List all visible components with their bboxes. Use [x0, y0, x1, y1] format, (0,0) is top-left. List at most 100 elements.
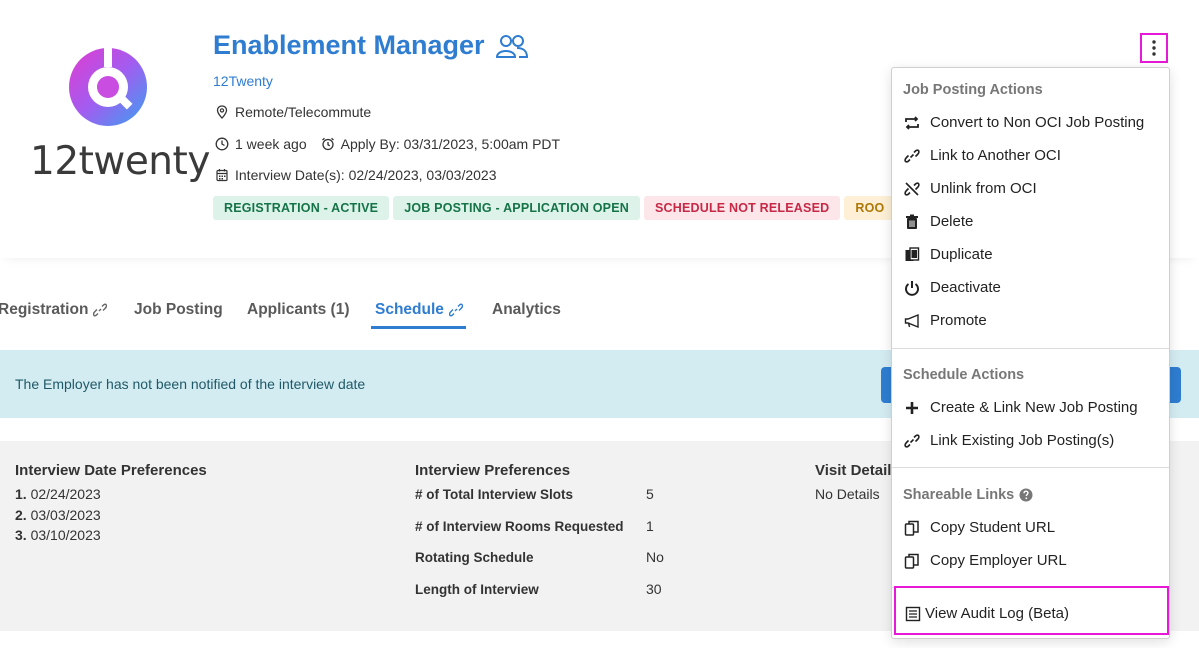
date-pref-item: 1. 02/24/2023 [15, 486, 101, 502]
delete-item[interactable]: Delete [903, 213, 973, 230]
duplicate-item[interactable]: Duplicate [903, 246, 993, 263]
logo-mark-icon [69, 48, 147, 126]
tab-analytics[interactable]: Analytics [492, 296, 561, 324]
page: 12twenty Enablement Manager 12Twenty Rem… [0, 0, 1199, 648]
pref-value: 30 [646, 581, 662, 597]
tab-label: Analytics [492, 301, 561, 318]
menu-divider [892, 467, 1169, 468]
menu-item-label: Promote [930, 312, 987, 329]
tab-label: Registration [0, 301, 89, 318]
pref-label: # of Total Interview Slots [415, 487, 574, 502]
alert-message: The Employer has not been notified of th… [15, 376, 366, 392]
actions-dropdown-menu: Job Posting Actions Convert to Non OCI J… [891, 67, 1170, 639]
menu-item-label: Delete [930, 213, 974, 230]
date-pref-value: 03/10/2023 [30, 527, 101, 543]
shareable-links-label: Shareable Links [903, 487, 1015, 503]
pref-label: # of Interview Rooms Requested [415, 519, 624, 534]
link-icon [93, 303, 108, 317]
menu-item-label: Create & Link New Job Posting [930, 399, 1138, 416]
calendar-icon [216, 169, 228, 182]
copy-icon [903, 519, 920, 536]
tab-label: Schedule [375, 301, 444, 318]
title-row: Enablement Manager [213, 30, 529, 61]
status-badge: ROO [844, 196, 896, 220]
status-badge: JOB POSTING - APPLICATION OPEN [393, 196, 640, 220]
tab-registration[interactable]: Registration [0, 296, 108, 324]
location-text: Remote/Telecommute [235, 104, 372, 120]
kebab-icon [1152, 40, 1156, 56]
copy-employer-url-item[interactable]: Copy Employer URL [903, 552, 1067, 569]
menu-item-label: Copy Student URL [930, 519, 1056, 536]
date-pref-value: 03/03/2023 [30, 507, 101, 523]
tab-label: Job Posting [134, 301, 223, 318]
alarm-icon [321, 137, 334, 151]
help-icon[interactable] [1019, 488, 1033, 502]
date-pref-number: 3. [15, 527, 27, 543]
visit-details-title: Visit Detail [815, 462, 892, 479]
posted-time: 1 week ago [235, 136, 307, 152]
link-icon [448, 303, 463, 317]
pref-value: 5 [646, 486, 654, 502]
pref-value: 1 [646, 518, 654, 534]
date-pref-number: 2. [15, 507, 27, 523]
plus-icon [903, 399, 920, 416]
menu-item-label: Link Existing Job Posting(s) [930, 432, 1115, 449]
menu-item-label: Convert to Non OCI Job Posting [930, 114, 1145, 131]
logo-wordmark: 12twenty [30, 139, 210, 184]
date-prefs-title: Interview Date Preferences [15, 462, 207, 479]
tab-schedule[interactable]: Schedule [375, 296, 463, 324]
job-posting-actions-header: Job Posting Actions [903, 82, 1043, 98]
date-pref-value: 02/24/2023 [30, 486, 101, 502]
unlink-icon [903, 180, 920, 197]
pref-value: No [646, 549, 664, 565]
date-pref-number: 1. [15, 486, 27, 502]
visit-details-value: No Details [815, 486, 880, 502]
deactivate-item[interactable]: Deactivate [903, 279, 1001, 296]
clock-icon [215, 137, 229, 151]
shareable-links-header: Shareable Links [903, 487, 1033, 503]
status-badge: REGISTRATION - ACTIVE [213, 196, 390, 220]
users-icon[interactable] [495, 33, 529, 59]
company-link[interactable]: 12Twenty [213, 73, 273, 89]
link-existing-job-posting-item[interactable]: Link Existing Job Posting(s) [903, 432, 1114, 449]
pref-label: Length of Interview [415, 582, 539, 597]
view-audit-log-item[interactable]: View Audit Log (Beta) [904, 605, 1069, 622]
schedule-actions-header: Schedule Actions [903, 367, 1025, 383]
interview-prefs-title: Interview Preferences [415, 462, 571, 479]
convert-to-non-oci-item[interactable]: Convert to Non OCI Job Posting [903, 114, 1144, 131]
date-pref-item: 2. 03/03/2023 [15, 507, 101, 523]
job-title[interactable]: Enablement Manager [213, 30, 485, 61]
location-pin-icon [216, 105, 228, 119]
company-logo: 12twenty [30, 47, 210, 184]
location-row: Remote/Telecommute [215, 104, 371, 120]
copy-icon [903, 552, 920, 569]
menu-item-label: Duplicate [930, 246, 993, 263]
menu-item-label: Unlink from OCI [930, 180, 1037, 197]
copy-student-url-item[interactable]: Copy Student URL [903, 519, 1055, 536]
menu-item-label: Deactivate [930, 279, 1001, 296]
unlink-from-oci-item[interactable]: Unlink from OCI [903, 180, 1037, 197]
menu-item-label: Copy Employer URL [930, 552, 1067, 569]
more-actions-button[interactable] [1140, 33, 1168, 63]
link-icon [903, 147, 920, 164]
trash-icon [903, 213, 920, 230]
promote-item[interactable]: Promote [903, 312, 987, 329]
duplicate-icon [903, 246, 920, 263]
convert-icon [903, 114, 920, 131]
create-link-new-job-posting-item[interactable]: Create & Link New Job Posting [903, 399, 1138, 416]
menu-item-label: Link to Another OCI [930, 147, 1061, 164]
apply-by: Apply By: 03/31/2023, 5:00am PDT [340, 136, 561, 152]
link-to-another-oci-item[interactable]: Link to Another OCI [903, 147, 1061, 164]
date-pref-item: 3. 03/10/2023 [15, 527, 101, 543]
active-tab-indicator [371, 326, 466, 329]
list-document-icon [904, 605, 921, 622]
megaphone-icon [903, 312, 920, 329]
tab-applicants[interactable]: Applicants (1) [247, 296, 349, 324]
interview-dates-row: Interview Date(s): 02/24/2023, 03/03/202… [215, 167, 497, 183]
pref-label: Rotating Schedule [415, 550, 534, 565]
link-icon [903, 432, 920, 449]
menu-item-label: View Audit Log (Beta) [925, 605, 1069, 622]
status-badge: SCHEDULE NOT RELEASED [643, 196, 841, 220]
status-badges: REGISTRATION - ACTIVE JOB POSTING - APPL… [213, 196, 896, 220]
tab-job-posting[interactable]: Job Posting [134, 296, 223, 324]
